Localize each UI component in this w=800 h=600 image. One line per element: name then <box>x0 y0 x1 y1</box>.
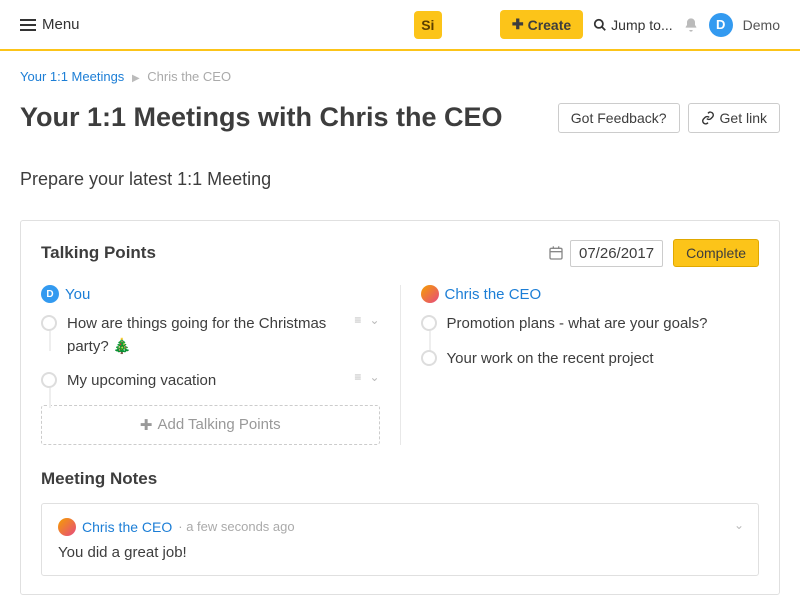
bullet-icon[interactable] <box>421 350 437 366</box>
app-logo[interactable]: Si <box>414 11 442 39</box>
chevron-right-icon: ▶ <box>132 73 140 84</box>
create-label: Create <box>528 17 572 33</box>
hamburger-icon <box>20 19 36 31</box>
note-timestamp: · a few seconds ago <box>178 519 294 534</box>
chevron-down-icon[interactable]: ⌄ <box>369 313 379 327</box>
other-avatar <box>421 285 439 303</box>
feedback-button[interactable]: Got Feedback? <box>558 103 680 133</box>
notifications-bell-icon[interactable] <box>683 17 699 33</box>
drag-handle-icon[interactable]: ≡ <box>354 370 361 384</box>
user-avatar[interactable]: D <box>709 13 733 37</box>
chevron-down-icon[interactable]: ⌄ <box>734 518 744 532</box>
other-talking-points: Chris the CEO Promotion plans - what are… <box>401 285 760 445</box>
talking-points-card: Talking Points 07/26/2017 Complete D You… <box>20 220 780 595</box>
complete-button[interactable]: Complete <box>673 239 759 267</box>
drag-handle-icon[interactable]: ≡ <box>354 313 361 327</box>
your-talking-points: D You How are things going for the Chris… <box>41 285 401 445</box>
plus-icon: ✚ <box>140 416 153 434</box>
talking-point-item[interactable]: My upcoming vacation ≡ ⌄ <box>41 370 380 393</box>
other-label[interactable]: Chris the CEO <box>445 286 542 303</box>
bullet-icon[interactable] <box>41 315 57 331</box>
note-author[interactable]: Chris the CEO <box>82 519 172 535</box>
talking-point-item[interactable]: How are things going for the Christmas p… <box>41 313 380 358</box>
add-tp-label: Add Talking Points <box>157 416 280 433</box>
talking-point-item[interactable]: Your work on the recent project <box>421 348 760 371</box>
chevron-down-icon[interactable]: ⌄ <box>369 370 379 384</box>
bullet-icon[interactable] <box>421 315 437 331</box>
menu-button[interactable]: Menu <box>20 16 80 33</box>
calendar-icon[interactable] <box>548 245 564 261</box>
menu-label: Menu <box>42 16 80 33</box>
plus-icon: ✚ <box>512 16 524 33</box>
search-icon <box>593 18 607 32</box>
breadcrumb-root[interactable]: Your 1:1 Meetings <box>20 69 124 84</box>
bullet-icon[interactable] <box>41 372 57 388</box>
talking-point-text: How are things going for the Christmas p… <box>67 313 344 358</box>
meeting-date[interactable]: 07/26/2017 <box>570 240 663 267</box>
breadcrumb-current: Chris the CEO <box>147 69 231 84</box>
talking-point-text: Your work on the recent project <box>447 348 760 371</box>
breadcrumb: Your 1:1 Meetings ▶ Chris the CEO <box>20 69 780 84</box>
meeting-notes-title: Meeting Notes <box>41 469 759 489</box>
talking-point-item[interactable]: Promotion plans - what are your goals? <box>421 313 760 336</box>
jump-to-button[interactable]: Jump to... <box>593 17 672 33</box>
meeting-note[interactable]: Chris the CEO · a few seconds ago You di… <box>41 503 759 576</box>
add-talking-point-button[interactable]: ✚ Add Talking Points <box>41 405 380 445</box>
you-avatar: D <box>41 285 59 303</box>
talking-point-text: Promotion plans - what are your goals? <box>447 313 760 336</box>
page-title: Your 1:1 Meetings with Chris the CEO <box>20 102 550 133</box>
prepare-label: Prepare your latest 1:1 Meeting <box>20 169 780 190</box>
note-author-avatar <box>58 518 76 536</box>
jump-label: Jump to... <box>611 17 672 33</box>
get-link-label: Get link <box>720 110 767 126</box>
get-link-button[interactable]: Get link <box>688 103 780 133</box>
talking-points-title: Talking Points <box>41 243 548 263</box>
create-button[interactable]: ✚ Create <box>500 10 583 39</box>
you-label[interactable]: You <box>65 286 90 303</box>
user-name: Demo <box>743 17 780 33</box>
talking-point-text: My upcoming vacation <box>67 370 344 393</box>
note-body: You did a great job! <box>58 544 742 561</box>
link-icon <box>701 111 715 125</box>
